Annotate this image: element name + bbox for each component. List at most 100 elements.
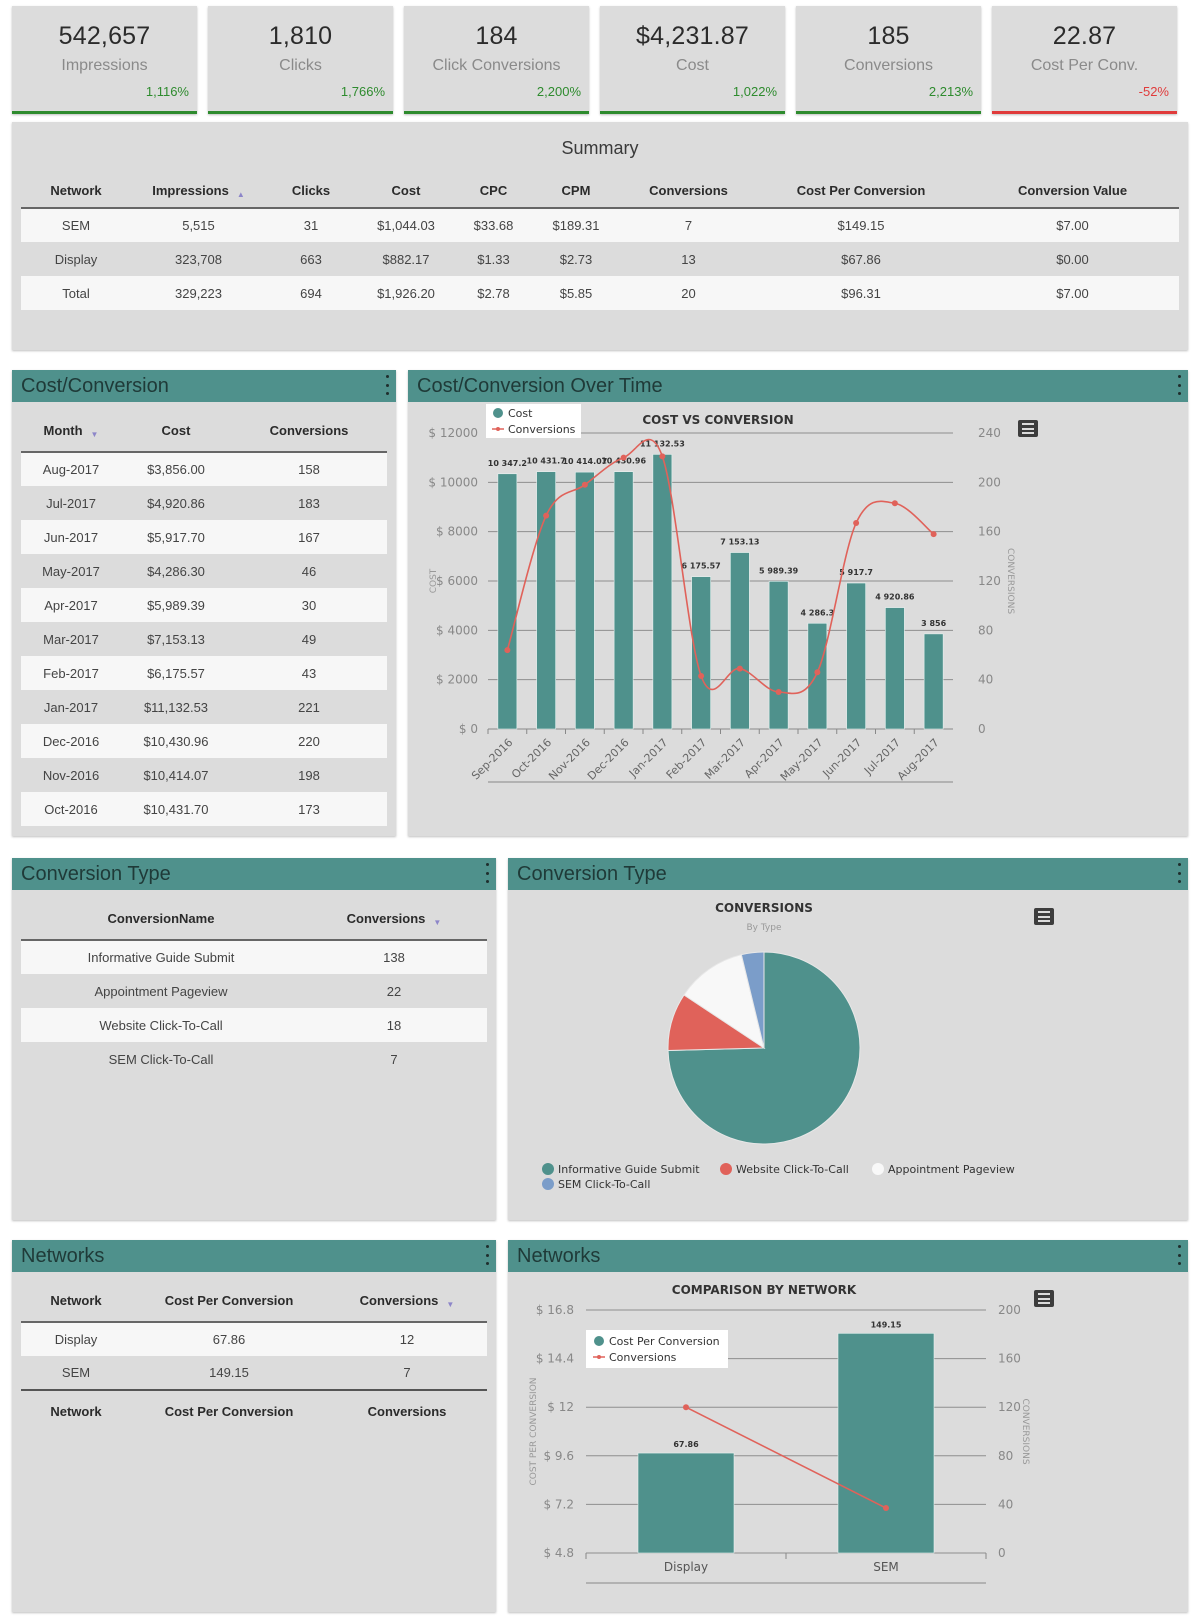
more-options-icon[interactable] — [1176, 1245, 1182, 1265]
column-header[interactable]: CPM — [531, 174, 621, 209]
legend-item[interactable]: SEM Click-To-Call — [542, 1178, 650, 1191]
table-row[interactable]: Nov-2016 $10,414.07 198 — [21, 758, 387, 792]
bar-cost[interactable] — [613, 471, 634, 730]
table-cell: $5.85 — [531, 276, 621, 310]
column-header[interactable]: Cost Per Conversion — [131, 1280, 327, 1323]
line-point-conversions[interactable] — [736, 665, 743, 672]
legend-label: Informative Guide Submit — [558, 1163, 700, 1176]
legend-label: Cost Per Conversion — [609, 1335, 720, 1348]
more-options-icon[interactable] — [384, 375, 390, 395]
table-row[interactable]: Feb-2017 $6,175.57 43 — [21, 656, 387, 690]
bar-cost[interactable] — [730, 552, 750, 730]
table-row[interactable]: Jun-2017 $5,917.70 167 — [21, 520, 387, 554]
bar-cost[interactable] — [923, 633, 944, 730]
line-point-conversions[interactable] — [659, 453, 666, 460]
table-cell: $2.78 — [456, 276, 531, 310]
bar-cost[interactable] — [846, 582, 866, 730]
table-row[interactable]: May-2017 $4,286.30 46 — [21, 554, 387, 588]
line-point-conversions[interactable] — [698, 672, 705, 679]
table-row[interactable]: Display 323,708 663 $882.17 $1.33 $2.73 13 $67.… — [21, 242, 1179, 276]
table-cell: 173 — [231, 792, 387, 826]
table-cell: Jul-2017 — [46, 495, 96, 511]
table-row[interactable]: Jul-2017 $4,920.86 183 — [21, 486, 387, 520]
legend-item[interactable]: Informative Guide Submit — [542, 1163, 700, 1176]
bar-cost[interactable] — [885, 607, 905, 730]
table-row[interactable]: Jan-2017 $11,132.53 221 — [21, 690, 387, 724]
table-row[interactable]: Aug-2017 $3,856.00 158 — [21, 452, 387, 486]
table-row[interactable]: Appointment Pageview 22 — [21, 974, 487, 1008]
column-header[interactable]: Impressions ▲ — [131, 174, 266, 209]
more-options-icon[interactable] — [1176, 375, 1182, 395]
bar-cost[interactable] — [768, 580, 789, 730]
sort-desc-icon[interactable]: ▼ — [433, 918, 441, 927]
table-row[interactable]: SEM Click-To-Call 7 — [21, 1042, 487, 1076]
more-options-icon[interactable] — [1176, 863, 1182, 883]
table-row[interactable]: Website Click-To-Call 18 — [21, 1008, 487, 1042]
line-point-conversions[interactable] — [683, 1404, 689, 1411]
table-cell: 138 — [301, 940, 487, 974]
line-point-conversions[interactable] — [620, 454, 627, 461]
table-row[interactable]: Dec-2016 $10,430.96 220 — [21, 724, 387, 758]
y2-axis-tick-label: 240 — [978, 426, 1001, 440]
table-row[interactable]: Informative Guide Submit 138 — [21, 940, 487, 974]
column-header[interactable]: Conversions — [621, 174, 756, 209]
line-point-conversions[interactable] — [775, 689, 782, 695]
column-header[interactable]: Month ▼ — [21, 410, 121, 453]
column-header[interactable]: Cost — [356, 174, 456, 209]
sort-desc-icon[interactable]: ▼ — [446, 1300, 454, 1309]
bar-cost-per-conversion[interactable] — [637, 1452, 735, 1554]
legend-marker-cost-per-conversion — [594, 1336, 604, 1346]
column-header[interactable]: Network — [21, 174, 131, 209]
line-point-conversions[interactable] — [814, 669, 821, 676]
line-point-conversions[interactable] — [930, 531, 937, 538]
more-options-icon[interactable] — [484, 1245, 490, 1265]
table-row[interactable]: Oct-2016 $10,431.70 173 — [21, 792, 387, 826]
sort-desc-icon[interactable]: ▼ — [91, 430, 99, 439]
column-header[interactable]: Clicks — [266, 174, 356, 209]
legend-item[interactable]: Appointment Pageview — [872, 1163, 1015, 1176]
kpi-value: 542,657 — [58, 22, 151, 50]
sort-asc-icon[interactable]: ▲ — [237, 190, 245, 199]
panel-header: Networks — [508, 1240, 1188, 1272]
bar-cost[interactable] — [807, 622, 828, 730]
line-point-conversions[interactable] — [891, 500, 898, 507]
line-point-conversions[interactable] — [504, 647, 511, 654]
table-cell: May-2017 — [42, 563, 100, 579]
legend-item[interactable]: Website Click-To-Call — [720, 1163, 849, 1176]
line-point-conversions[interactable] — [543, 512, 550, 519]
y-axis-tick-label: $ 2000 — [436, 673, 478, 687]
column-header[interactable]: Conversions — [231, 410, 387, 453]
line-point-conversions[interactable] — [581, 481, 588, 488]
more-options-icon[interactable] — [484, 863, 490, 883]
line-point-conversions[interactable] — [883, 1505, 889, 1512]
table-row[interactable]: Total 329,223 694 $1,926.20 $2.78 $5.85 20 $96.… — [21, 276, 1179, 310]
y-axis-label: COST — [429, 568, 439, 593]
table-row[interactable]: SEM 5,515 31 $1,044.03 $33.68 $189.31 7 $149.15… — [21, 208, 1179, 242]
column-header[interactable]: Conversions ▼ — [327, 1280, 487, 1323]
header-row: Network Impressions ▲ Clicks Cost CPC CPM Conve… — [21, 174, 1179, 209]
column-header[interactable]: Network — [21, 1280, 131, 1323]
table-row[interactable]: Display 67.86 12 — [21, 1322, 487, 1356]
y2-axis-tick-label: 200 — [998, 1303, 1021, 1317]
bar-cost-per-conversion[interactable] — [837, 1333, 935, 1554]
column-header[interactable]: Cost Per Conversion — [756, 174, 966, 209]
bar-cost[interactable] — [497, 473, 518, 730]
panel-header: Networks — [12, 1240, 496, 1272]
table-row[interactable]: Mar-2017 $7,153.13 49 — [21, 622, 387, 656]
table-cell: 198 — [298, 767, 320, 783]
table-cell: $2.73 — [559, 251, 593, 267]
column-header[interactable]: Cost — [121, 410, 231, 453]
bar-cost[interactable] — [575, 471, 595, 730]
table-row[interactable]: SEM 149.15 7 — [21, 1356, 487, 1390]
column-header[interactable]: CPC — [456, 174, 531, 209]
column-header[interactable]: ConversionName — [21, 898, 301, 941]
column-header[interactable]: Conversion Value — [966, 174, 1179, 209]
bar-cost[interactable] — [652, 454, 673, 730]
line-point-conversions[interactable] — [853, 520, 860, 527]
bar-cost[interactable] — [536, 471, 556, 730]
panel-title: Cost/Conversion Over Time — [417, 375, 663, 397]
column-header[interactable]: Conversions ▼ — [301, 898, 487, 941]
table-row[interactable]: Apr-2017 $5,989.39 30 — [21, 588, 387, 622]
table-cell: $5,989.39 — [121, 588, 231, 622]
networks-chart-panel: Networks COMPARISON BY NETWORK $ 4.8 $ 7.2… — [508, 1240, 1188, 1612]
